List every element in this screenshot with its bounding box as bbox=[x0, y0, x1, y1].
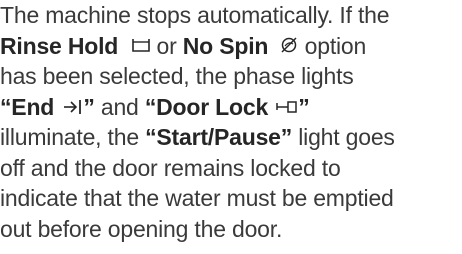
door-lock-icon bbox=[276, 99, 298, 115]
door-lock-label: “Door Lock bbox=[144, 93, 269, 120]
text-line-6: off and the door remains locked to bbox=[0, 153, 462, 184]
text-line-1: The machine stops automatically. If the bbox=[0, 0, 462, 31]
light-goes-text: light goes bbox=[292, 124, 395, 150]
sentence-before-opening: out before opening the door. bbox=[0, 215, 283, 242]
rinse-hold-icon bbox=[132, 38, 151, 53]
text-line-4: “End ” and “Door Lock ” bbox=[0, 92, 462, 123]
or-text: or bbox=[150, 32, 183, 59]
sentence-door-locked: off and the door remains locked to bbox=[0, 154, 341, 181]
sentence-machine-stops: The machine stops automatically. If the bbox=[0, 2, 390, 28]
text-line-3: has been selected, the phase lights bbox=[0, 61, 462, 92]
and-text: and bbox=[94, 93, 145, 120]
end-label: “End bbox=[0, 93, 55, 120]
end-arrow-icon bbox=[63, 98, 83, 116]
text-line-5: illuminate, the “Start/Pause” light goes bbox=[0, 122, 462, 153]
text-line-7: indicate that the water must be emptied bbox=[0, 183, 462, 214]
illuminate-text: illuminate, the bbox=[0, 124, 146, 150]
text-line-8: out before opening the door. bbox=[0, 214, 462, 245]
sentence-phase-lights: has been selected, the phase lights bbox=[0, 63, 354, 89]
sentence-water-emptied: indicate that the water must be emptied bbox=[0, 185, 394, 211]
text-line-2: Rinse Hold or No Spin option bbox=[0, 31, 462, 62]
no-spin-label: No Spin bbox=[182, 32, 269, 59]
start-pause-label: “Start/Pause” bbox=[145, 124, 293, 150]
option-text: option bbox=[298, 32, 367, 59]
instruction-paragraph: The machine stops automatically. If the … bbox=[0, 0, 462, 254]
no-spin-icon bbox=[280, 36, 298, 54]
rinse-hold-label: Rinse Hold bbox=[0, 32, 119, 59]
end-close-quote: ” bbox=[83, 93, 95, 120]
door-lock-close-quote: ” bbox=[298, 93, 310, 120]
